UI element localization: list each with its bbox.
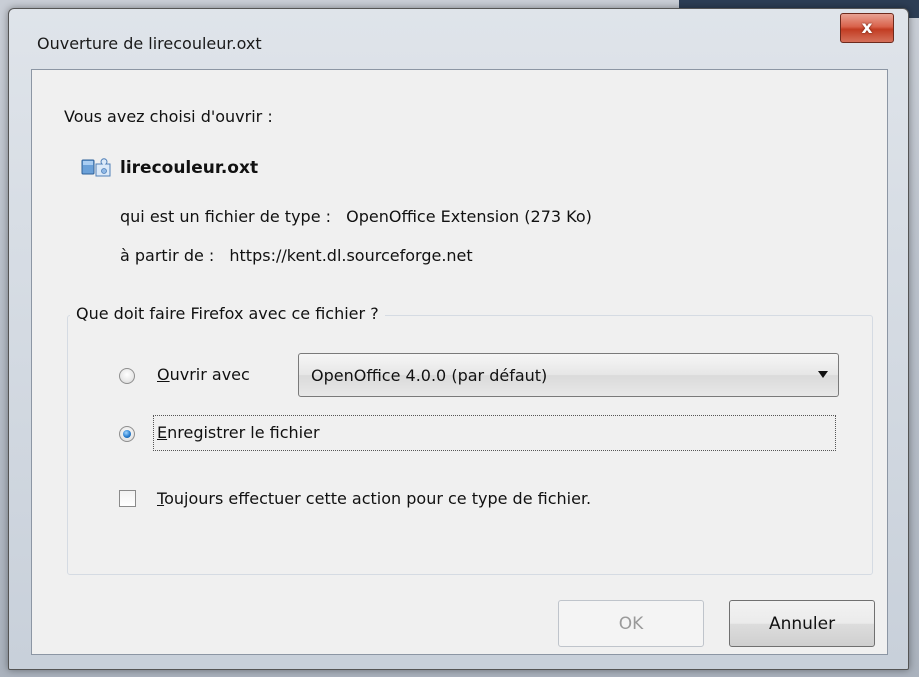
- save-file-label-text: nregistrer le fichier: [167, 423, 320, 442]
- open-with-label[interactable]: Ouvrir avec: [157, 365, 250, 384]
- puzzle-extension-icon: [81, 158, 111, 177]
- always-accesskey: T: [157, 489, 165, 508]
- always-do-this-label[interactable]: Toujours effectuer cette action pour ce …: [157, 489, 591, 508]
- file-source-label: à partir de :: [120, 246, 215, 265]
- open-with-radio[interactable]: [119, 368, 135, 384]
- action-group-legend: Que doit faire Firefox avec ce fichier ?: [70, 304, 385, 323]
- chevron-down-icon: [818, 371, 828, 378]
- save-file-radio[interactable]: [119, 426, 135, 442]
- file-type-value: OpenOffice Extension (273 Ko): [346, 207, 592, 226]
- always-label-text: oujours effectuer cette action pour ce t…: [164, 489, 592, 508]
- open-with-app-value: OpenOffice 4.0.0 (par défaut): [311, 365, 548, 385]
- dialog-client-area: Vous avez choisi d'ouvrir : lirecouleur.…: [31, 69, 888, 655]
- file-source-value: https://kent.dl.sourceforge.net: [229, 246, 473, 265]
- ok-button[interactable]: OK: [558, 600, 704, 647]
- open-with-label-text: uvrir avec: [169, 365, 250, 384]
- close-icon: x: [861, 18, 873, 38]
- download-dialog: Ouverture de lirecouleur.oxt x Vous avez…: [8, 8, 909, 670]
- open-with-accesskey: O: [157, 365, 170, 384]
- save-file-accesskey: E: [157, 423, 168, 442]
- title-bar[interactable]: Ouverture de lirecouleur.oxt x: [9, 9, 908, 69]
- file-type-line: qui est un fichier de type : OpenOffice …: [120, 207, 592, 226]
- save-file-label[interactable]: Enregistrer le fichier: [157, 423, 320, 442]
- file-row: lirecouleur.oxt: [80, 156, 258, 180]
- intro-text: Vous avez choisi d'ouvrir :: [64, 107, 273, 126]
- file-type-label: qui est un fichier de type :: [120, 207, 332, 226]
- cancel-button[interactable]: Annuler: [729, 600, 875, 647]
- close-button[interactable]: x: [840, 13, 894, 43]
- always-do-this-checkbox[interactable]: [119, 490, 136, 507]
- window-title: Ouverture de lirecouleur.oxt: [37, 34, 262, 53]
- open-with-app-select[interactable]: OpenOffice 4.0.0 (par défaut): [298, 353, 839, 397]
- file-name: lirecouleur.oxt: [120, 158, 259, 178]
- file-source-line: à partir de : https://kent.dl.sourceforg…: [120, 246, 473, 265]
